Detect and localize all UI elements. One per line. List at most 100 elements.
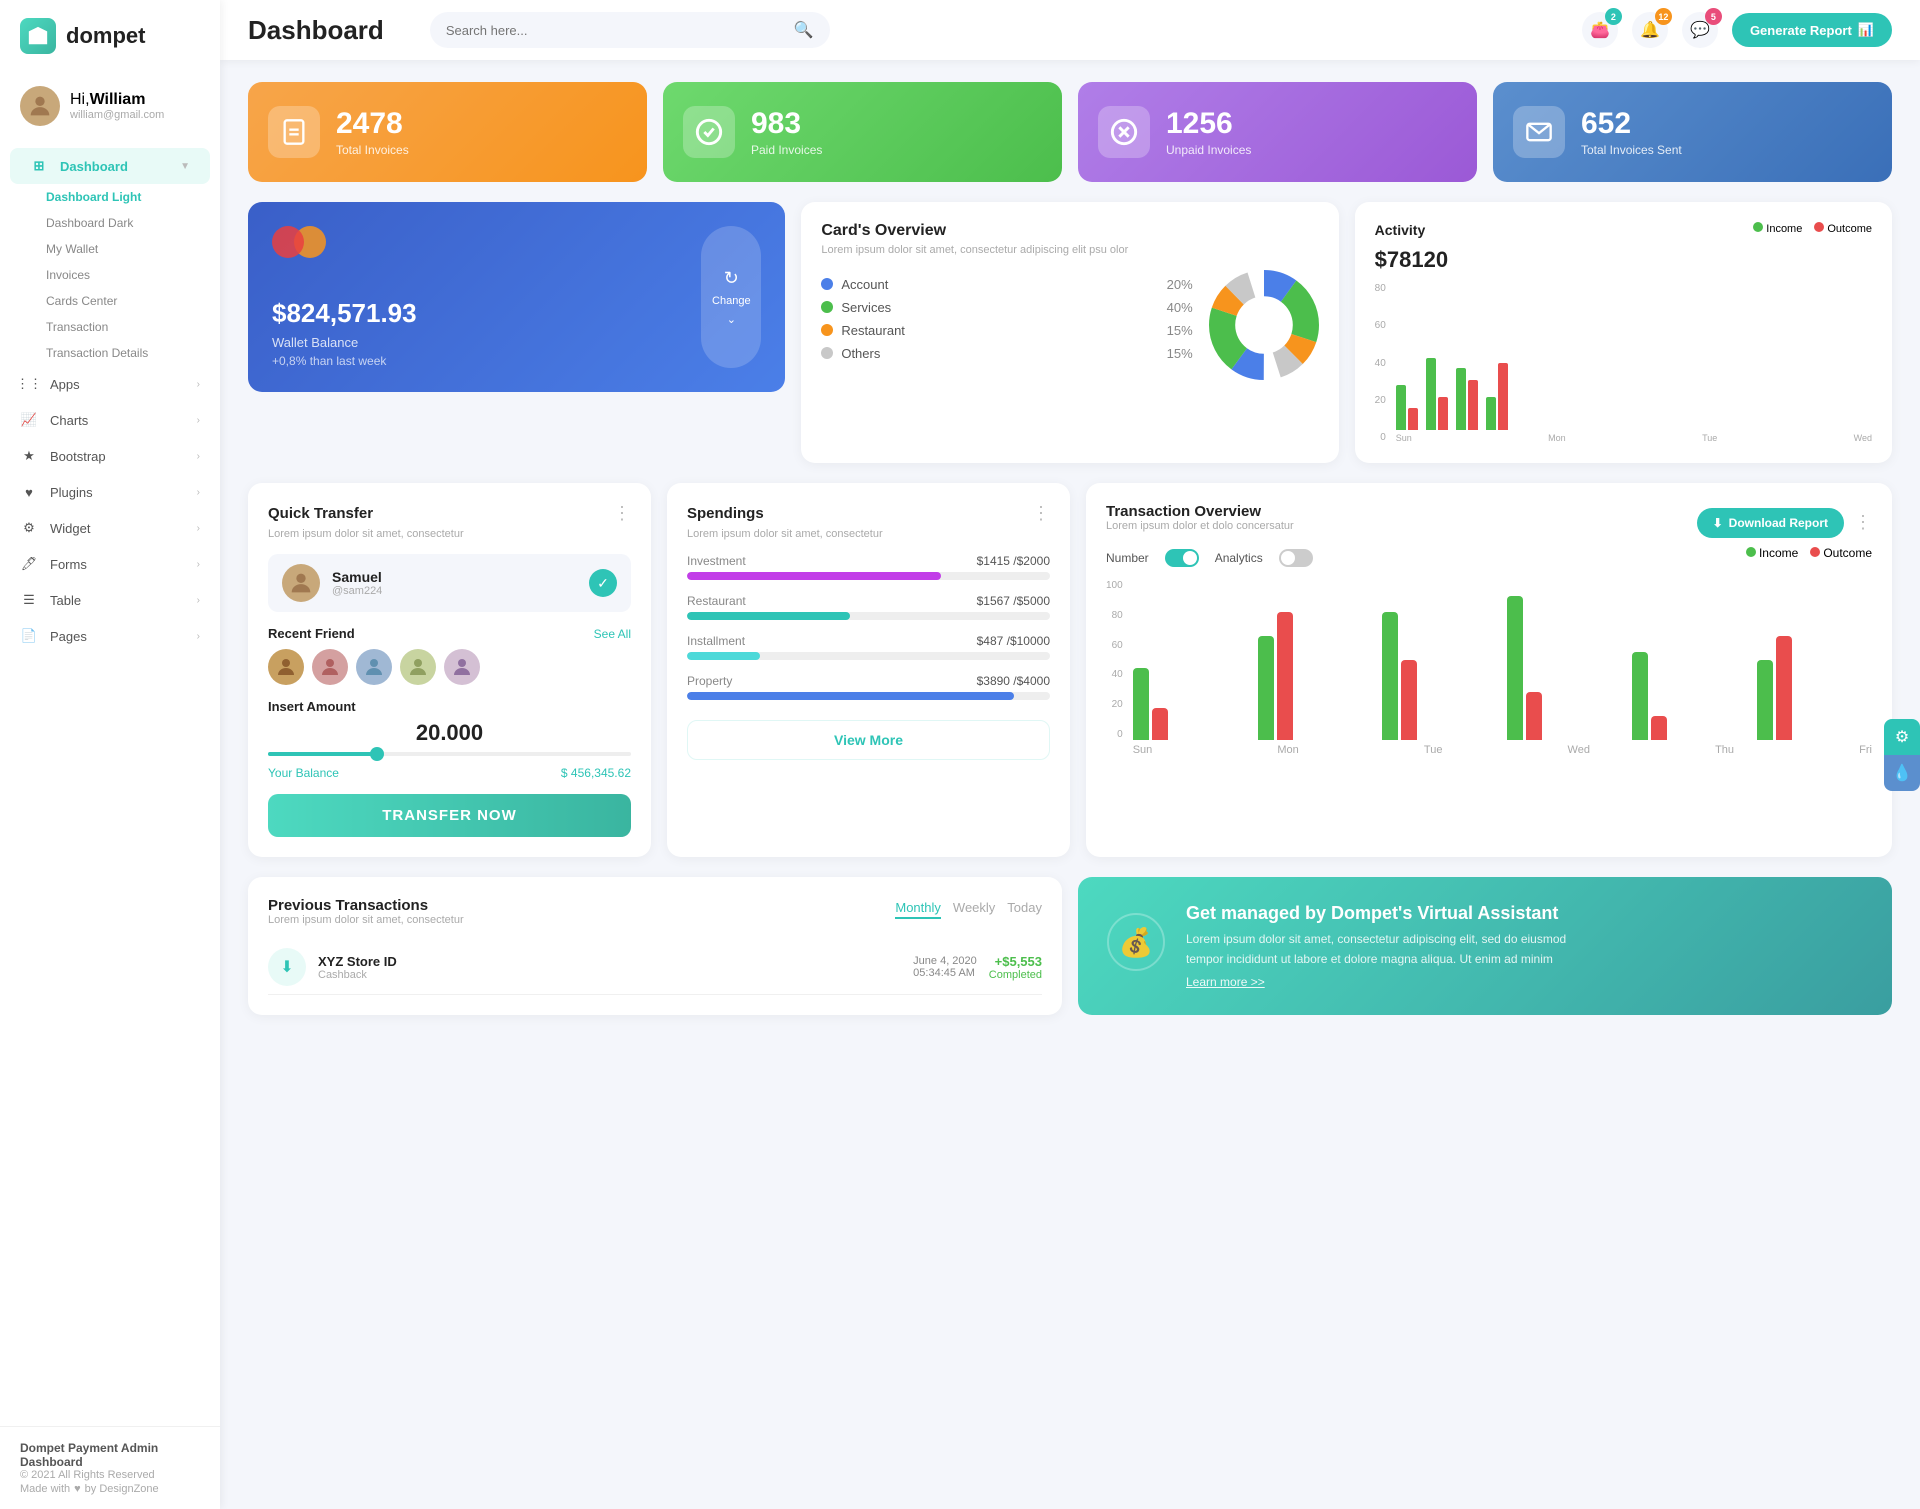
generate-report-button[interactable]: Generate Report 📊 (1732, 13, 1892, 47)
sidebar-item-label: Apps (50, 377, 80, 392)
sidebar-item-transaction-details[interactable]: Transaction Details (36, 340, 220, 366)
transaction-icon: ⬇ (268, 948, 306, 986)
sidebar-item-bootstrap[interactable]: ★ Bootstrap › (0, 438, 220, 474)
grid-icon: ⊞ (30, 157, 48, 175)
chevron-right-icon: › (197, 451, 200, 462)
sidebar-item-pages[interactable]: 📄 Pages › (0, 618, 220, 654)
sidebar-item-dashboard-light[interactable]: Dashboard Light (36, 184, 220, 210)
recent-friends-header: Recent Friend See All (268, 626, 631, 641)
friend-avatar[interactable] (400, 649, 436, 685)
recent-friends-label: Recent Friend (268, 626, 355, 641)
sidebar-item-my-wallet[interactable]: My Wallet (36, 236, 220, 262)
sidebar-item-label: Plugins (50, 485, 93, 500)
chart-icon: 📊 (1858, 22, 1874, 38)
svg-text:💰: 💰 (1119, 926, 1154, 959)
stat-label: Unpaid Invoices (1166, 143, 1251, 157)
see-all-link[interactable]: See All (594, 627, 631, 641)
sidebar-navigation: ⊞ Dashboard ▼ Dashboard Light Dashboard … (0, 140, 220, 1426)
footer-brand: Dompet Payment Admin Dashboard (20, 1441, 200, 1469)
sidebar-item-label: Bootstrap (50, 449, 106, 464)
qt-header: Quick Transfer ⋮ (268, 503, 631, 524)
chevron-right-icon: › (197, 487, 200, 498)
transfer-now-button[interactable]: TRANSFER NOW (268, 794, 631, 837)
wallet-changer[interactable]: ↻ Change ⌄ (701, 226, 761, 368)
stat-cards-row: 2478 Total Invoices 983 Paid Invoices (248, 82, 1892, 182)
analytics-toggle[interactable] (1279, 549, 1313, 567)
more-options-icon[interactable]: ⋮ (1032, 503, 1050, 524)
sidebar-item-invoices[interactable]: Invoices (36, 262, 220, 288)
water-sidebar-btn[interactable]: 💧 (1884, 755, 1920, 791)
previous-transactions-card: Previous Transactions Lorem ipsum dolor … (248, 877, 1062, 1015)
qt-user-name: Samuel (332, 569, 382, 585)
hi-label: Hi,William (70, 91, 164, 109)
view-more-button[interactable]: View More (687, 720, 1050, 760)
spending-label: Investment (687, 554, 746, 568)
download-report-button[interactable]: ⬇ Download Report (1697, 508, 1844, 538)
sidebar-item-forms[interactable]: 🖊 Forms › (0, 546, 220, 582)
more-options-icon[interactable]: ⋮ (1854, 512, 1872, 533)
tab-weekly[interactable]: Weekly (953, 900, 995, 919)
sidebar-item-plugins[interactable]: ♥ Plugins › (0, 474, 220, 510)
heart-icon: ♥ (74, 1483, 81, 1495)
logo-icon (20, 18, 56, 54)
spendings-subtitle: Lorem ipsum dolor sit amet, consectetur (687, 528, 1050, 540)
stat-value: 2478 (336, 107, 409, 141)
gear-icon: ⚙ (1895, 727, 1909, 747)
wallet-icon-btn[interactable]: 👛 2 (1582, 12, 1618, 48)
mastercard-red-circle (272, 226, 304, 258)
spending-label: Installment (687, 634, 745, 648)
invoice-icon (268, 106, 320, 158)
form-icon: 🖊 (20, 555, 38, 573)
number-toggle[interactable] (1165, 549, 1199, 567)
qt-user-handle: @sam224 (332, 585, 382, 597)
qt-subtitle: Lorem ipsum dolor sit amet, consectetur (268, 528, 631, 540)
balance-label: Your Balance (268, 766, 339, 780)
stat-card-info: 652 Total Invoices Sent (1581, 107, 1682, 157)
sidebar-item-cards-center[interactable]: Cards Center (36, 288, 220, 314)
bottom-row: Quick Transfer ⋮ Lorem ipsum dolor sit a… (248, 483, 1892, 857)
spending-item-property: Property $3890 /$4000 (687, 674, 1050, 700)
overview-item-others: Others 15% (821, 346, 1192, 361)
balance-value: $ 456,345.62 (561, 766, 631, 780)
friend-avatar[interactable] (444, 649, 480, 685)
sidebar-item-apps[interactable]: ⋮⋮ Apps › (0, 366, 220, 402)
chevron-right-icon: › (197, 415, 200, 426)
main-content: Dashboard 🔍 👛 2 🔔 12 💬 5 Generate Report… (220, 0, 1920, 1509)
sidebar-item-table[interactable]: ☰ Table › (0, 582, 220, 618)
chat-icon-btn[interactable]: 💬 5 (1682, 12, 1718, 48)
activity-chart: 806040200 SunMonTueWed (1375, 283, 1872, 443)
change-label: Change (712, 295, 751, 307)
transaction-amount: +$5,553 (989, 954, 1042, 969)
va-banner: 💰 Get managed by Dompet's Virtual Assist… (1078, 877, 1892, 1015)
logo-text: dompet (66, 23, 145, 49)
qt-user: Samuel @sam224 ✓ (268, 554, 631, 612)
more-options-icon[interactable]: ⋮ (613, 503, 631, 524)
bell-icon-btn[interactable]: 🔔 12 (1632, 12, 1668, 48)
pt-title: Previous Transactions (268, 897, 464, 914)
qt-check-icon: ✓ (589, 569, 617, 597)
sidebar-item-label: Table (50, 593, 81, 608)
sidebar-item-charts[interactable]: 📈 Charts › (0, 402, 220, 438)
stat-label: Total Invoices (336, 143, 409, 157)
va-content: Get managed by Dompet's Virtual Assistan… (1186, 903, 1606, 988)
friend-avatar[interactable] (356, 649, 392, 685)
search-input[interactable] (446, 23, 786, 38)
sidebar-item-dashboard[interactable]: ⊞ Dashboard ▼ (10, 148, 210, 184)
spending-item-investment: Investment $1415 /$2000 (687, 554, 1050, 580)
overview-title: Card's Overview (821, 222, 1318, 240)
chart-x-labels: SunMonTueWed (1396, 433, 1872, 443)
wallet-card: $824,571.93 Wallet Balance +0,8% than la… (248, 202, 785, 392)
va-learn-more-link[interactable]: Learn more >> (1186, 975, 1606, 989)
friend-avatar[interactable] (268, 649, 304, 685)
tab-monthly[interactable]: Monthly (895, 900, 941, 919)
tab-today[interactable]: Today (1007, 900, 1042, 919)
amount-slider[interactable] (268, 752, 631, 756)
transaction-chart: 100806040200 SunMonTueWedThuFri (1106, 580, 1872, 756)
sidebar-item-transaction[interactable]: Transaction (36, 314, 220, 340)
sidebar-item-widget[interactable]: ⚙ Widget › (0, 510, 220, 546)
sidebar-item-dashboard-dark[interactable]: Dashboard Dark (36, 210, 220, 236)
search-bar[interactable]: 🔍 (430, 12, 830, 48)
friend-avatar[interactable] (312, 649, 348, 685)
settings-sidebar-btn[interactable]: ⚙ (1884, 719, 1920, 755)
stat-label: Paid Invoices (751, 143, 822, 157)
